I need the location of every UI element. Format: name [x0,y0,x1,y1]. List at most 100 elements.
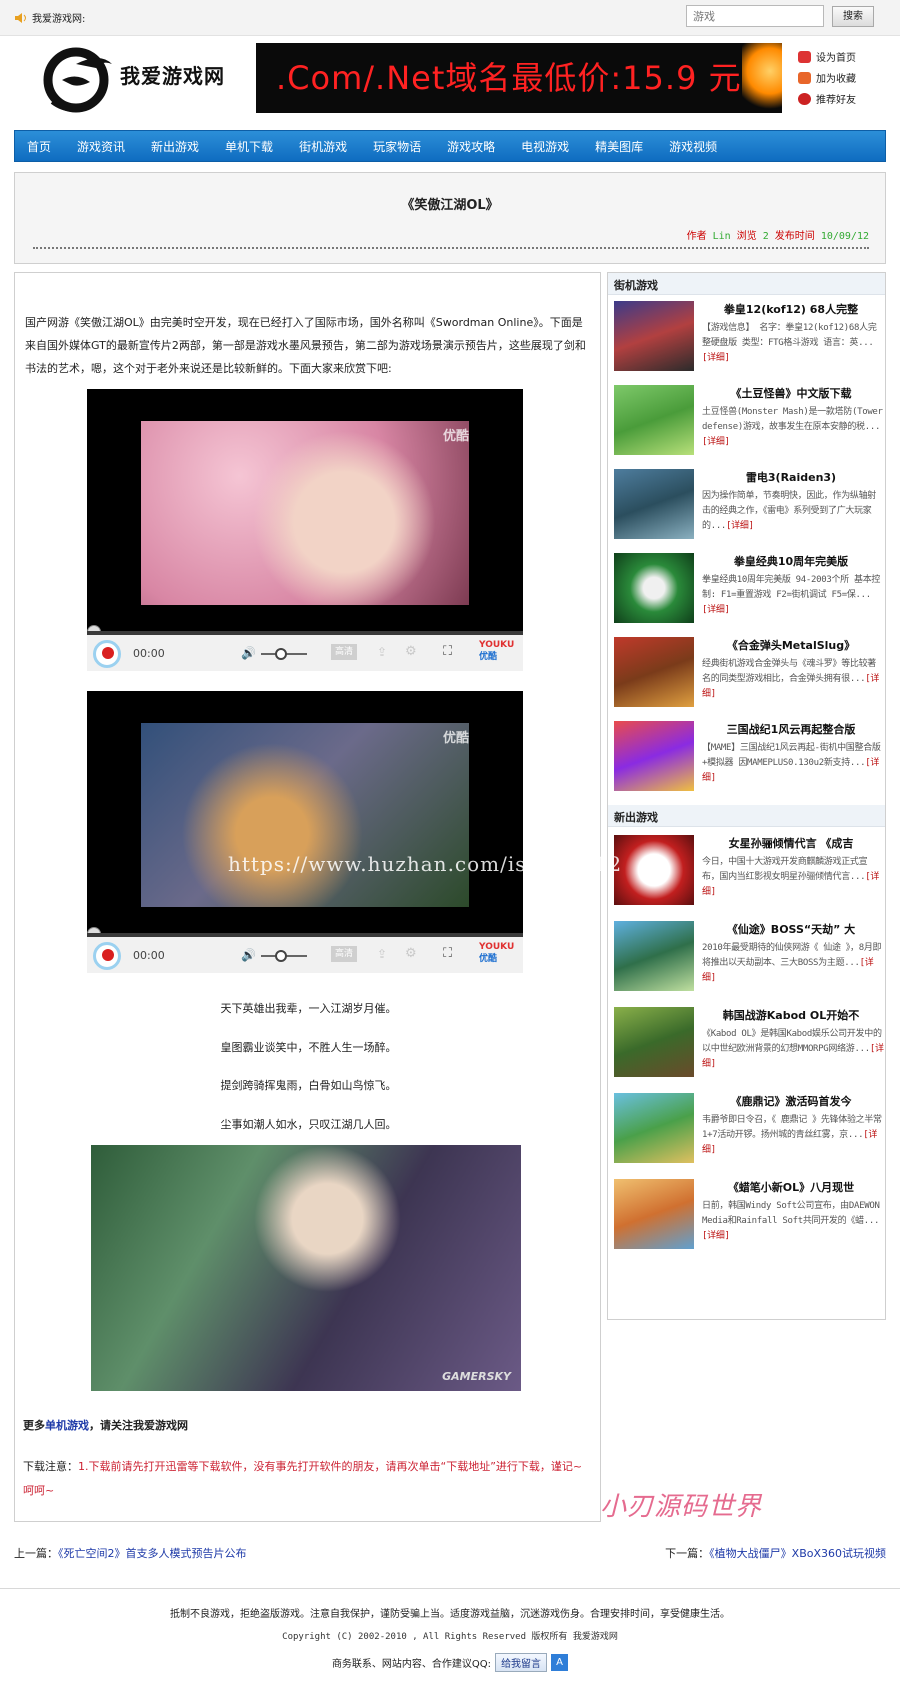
search-button[interactable]: 搜索 [832,6,874,27]
list-item[interactable]: 《蜡笔小新OL》八月现世 日前，韩国Windy Soft公司宣布，由DAEWON… [608,1175,885,1261]
item-title[interactable]: 女星孙骊倾情代言 《成吉 [702,835,880,851]
prev-article-link[interactable]: 《死亡空间2》首支多人模式预告片公布 [58,1547,247,1560]
hd-button-2[interactable]: 高清 [331,946,357,962]
gear-icon[interactable]: ⚙ [405,946,417,961]
game-thumbnail[interactable] [614,1179,694,1249]
details-link[interactable]: [详细] [702,437,730,447]
item-title[interactable]: 三国战纪1风云再起整合版 [702,721,880,737]
item-desc: 因为操作简单，节奏明快，因此，作为纵轴射击的经典之作，《雷电》系列受到了广大玩家… [702,489,884,535]
dragon-logo-icon [43,47,112,113]
more-link[interactable]: 单机游戏 [45,1419,89,1432]
youku-logo-2: YOUKU 优酷 [479,941,514,965]
set-homepage-link[interactable]: 设为首页 [798,46,888,67]
item-title[interactable]: 雷电3(Raiden3) [702,469,880,485]
fullscreen-icon[interactable]: ⛶ [443,946,452,961]
qq-message-button[interactable]: 给我留言 [495,1653,548,1672]
game-thumbnail[interactable] [614,637,694,707]
poem-line-3: 提剑跨骑挥鬼雨，白骨如山鸟惊飞。 [220,1079,397,1092]
nav-item-new-games[interactable]: 新出游戏 [151,138,199,155]
item-desc-text: 《Kabod OL》是韩国Kabod娱乐公司开发中的以中世纪欧洲背景的幻想MMO… [702,1029,882,1054]
list-item[interactable]: 拳皇12(kof12) 68人完整 【游戏信息】 名字：拳皇12(kof12)6… [608,297,885,383]
sidebar: 街机游戏 拳皇12(kof12) 68人完整 【游戏信息】 名字：拳皇12(ko… [607,272,886,1320]
play-button-1[interactable] [93,640,121,668]
volume-icon[interactable]: 🔊 [241,646,256,660]
recommend-friend-link[interactable]: 推荐好友 [798,88,888,109]
stamp-watermark: 小刃源码世界 [600,1492,763,1522]
game-thumbnail[interactable] [614,385,694,455]
nav-item-home[interactable]: 首页 [27,138,51,155]
item-title[interactable]: 《蜡笔小新OL》八月现世 [702,1179,880,1195]
list-item[interactable]: 女星孙骊倾情代言 《成吉 今日，中国十大游戏开发商麒麟游戏正式宣布，国内当红影视… [608,831,885,917]
item-title[interactable]: 《合金弹头MetalSlug》 [702,637,880,653]
item-desc-text: 【游戏信息】 名字：拳皇12(kof12)68人完整硬盘版 类型：FTG格斗游戏… [702,323,877,348]
nav-item-news[interactable]: 游戏资讯 [77,138,125,155]
views-label: 浏览 [736,231,757,242]
next-group: 下一篇：《植物大战僵尸》XBoX360试玩视频 [665,1545,886,1561]
domain-ad-banner[interactable]: .Com/.Net域名最低价:15.9 元 [256,43,782,113]
item-title[interactable]: 拳皇12(kof12) 68人完整 [702,301,880,317]
details-link[interactable]: [详细] [702,1231,730,1241]
qq-icon[interactable]: A [551,1654,569,1671]
item-title[interactable]: 韩国战游Kabod OL开始不 [702,1007,880,1023]
nav-item-guides[interactable]: 游戏攻略 [447,138,495,155]
item-title[interactable]: 《仙途》BOSS“天劫” 大 [702,921,880,937]
game-thumbnail[interactable] [614,835,694,905]
fullscreen-icon[interactable]: ⛶ [443,644,452,659]
game-thumbnail[interactable] [614,1007,694,1077]
poem-line-2: 皇图霸业谈笑中，不胜人生一场醉。 [220,1041,397,1054]
video-player-2[interactable]: 优酷 00:00 🔊 高清 ⇪ ⚙ ⛶ YOUKU 优酷 [87,691,523,973]
nav-item-console[interactable]: 电视游戏 [521,138,569,155]
home-icon [798,50,811,63]
game-promo-image: GAMERSKY [91,1145,521,1391]
nav-item-player-stories[interactable]: 玩家物语 [373,138,421,155]
item-desc-text: 今日，中国十大游戏开发商麒麟游戏正式宣布，国内当红影视女明星孙骊倾情代言... [702,857,868,882]
item-title[interactable]: 拳皇经典10周年完美版 [702,553,880,569]
article-title: 《笑傲江湖OL》 [401,198,499,213]
hd-button-1[interactable]: 高清 [331,644,357,660]
gear-icon[interactable]: ⚙ [405,644,417,659]
prev-next-nav: 上一篇：《死亡空间2》首支多人模式预告片公布 下一篇：《植物大战僵尸》XBoX3… [14,1545,886,1561]
more-line: 更多单机游戏，请关注我爱游戏网 [23,1417,188,1433]
main-nav: 首页 游戏资讯 新出游戏 单机下载 街机游戏 玩家物语 游戏攻略 电视游戏 精美… [14,130,886,162]
user-icon [798,92,811,105]
volume-knob-1[interactable] [275,648,287,660]
nav-item-pc-download[interactable]: 单机下载 [225,138,273,155]
list-item[interactable]: 三国战纪1风云再起整合版 【MAME】三国战纪1风云再起-街机中国整合版+模拟器… [608,717,885,803]
game-thumbnail[interactable] [614,301,694,371]
item-desc-text: 经典街机游戏合金弹头与《魂斗罗》等比较著名的同类型游戏相比，合金弹头拥有很... [702,659,877,684]
game-thumbnail[interactable] [614,1093,694,1163]
list-item[interactable]: 雷电3(Raiden3) 因为操作简单，节奏明快，因此，作为纵轴射击的经典之作，… [608,465,885,551]
video-player-1[interactable]: 优酷 00:00 🔊 高清 ⇪ ⚙ ⛶ YOUKU 优酷 [87,389,523,671]
next-article-link[interactable]: 《植物大战僵尸》XBoX360试玩视频 [709,1547,886,1560]
item-title[interactable]: 《土豆怪兽》中文版下载 [702,385,880,401]
volume-knob-2[interactable] [275,950,287,962]
list-item[interactable]: 韩国战游Kabod OL开始不 《Kabod OL》是韩国Kabod娱乐公司开发… [608,1003,885,1089]
search-input[interactable] [686,5,824,27]
item-title[interactable]: 《鹿鼎记》激活码首发今 [702,1093,880,1109]
volume-icon[interactable]: 🔊 [241,948,256,962]
header-links: 设为首页 加为收藏 推荐好友 [798,46,888,109]
share-icon[interactable]: ⇪ [377,645,387,659]
details-link[interactable]: [详细] [702,353,730,363]
item-desc: 拳皇经典10周年完美版 94-2003个所 基本控制: F1=重置游戏 F2=街… [702,573,884,619]
game-thumbnail[interactable] [614,721,694,791]
details-link[interactable]: [详细] [702,605,730,615]
details-link[interactable]: [详细] [726,521,754,531]
youku-logo-1: YOUKU 优酷 [479,639,514,663]
youku-brand-cn-2: 优酷 [479,954,498,964]
list-item[interactable]: 《合金弹头MetalSlug》 经典街机游戏合金弹头与《魂斗罗》等比较著名的同类… [608,633,885,719]
share-icon[interactable]: ⇪ [377,947,387,961]
list-item[interactable]: 拳皇经典10周年完美版 拳皇经典10周年完美版 94-2003个所 基本控制: … [608,549,885,635]
list-item[interactable]: 《鹿鼎记》激活码首发今 韦爵爷即日令召，《 鹿鼎记 》先锋体验之半常1+7活动开… [608,1089,885,1175]
play-button-2[interactable] [93,942,121,970]
nav-item-gallery[interactable]: 精美图库 [595,138,643,155]
add-favorite-link[interactable]: 加为收藏 [798,67,888,88]
nav-item-videos[interactable]: 游戏视频 [669,138,717,155]
nav-item-arcade[interactable]: 街机游戏 [299,138,347,155]
game-thumbnail[interactable] [614,469,694,539]
game-thumbnail[interactable] [614,553,694,623]
list-item[interactable]: 《仙途》BOSS“天劫” 大 2010年最受期待的仙侠网游《 仙途 》，8月即将… [608,917,885,1003]
site-logo[interactable]: 我爱游戏网 [40,42,250,116]
game-thumbnail[interactable] [614,921,694,991]
list-item[interactable]: 《土豆怪兽》中文版下载 土豆怪兽(Monster Mash)是一款塔防(Towe… [608,381,885,467]
